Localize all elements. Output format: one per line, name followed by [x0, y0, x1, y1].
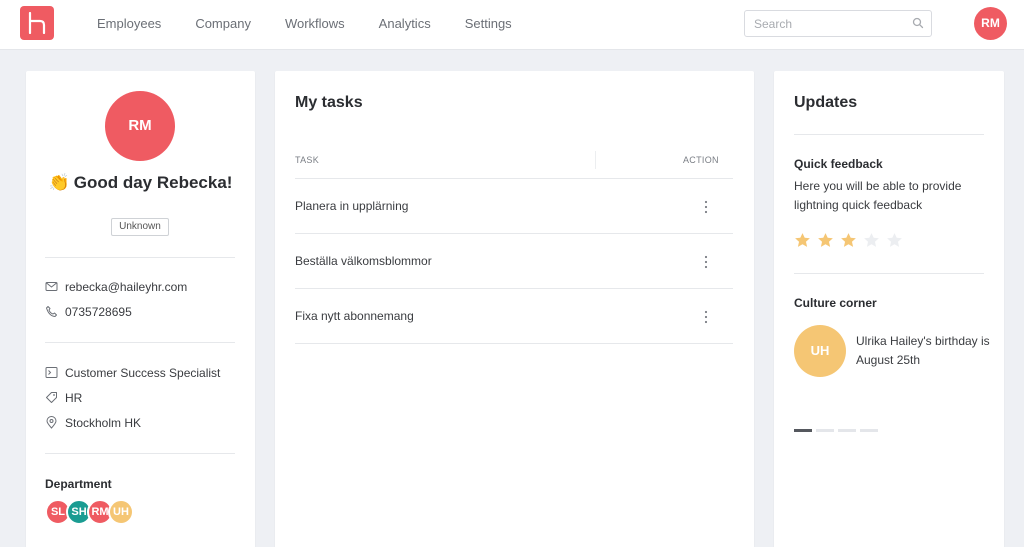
profile-avatar: RM: [105, 91, 175, 161]
nav-item-company[interactable]: Company: [178, 0, 268, 48]
search-icon[interactable]: [912, 17, 924, 29]
divider: [45, 257, 235, 258]
carousel-dot[interactable]: [838, 429, 856, 432]
phone-row: 0735728695: [45, 303, 132, 321]
divider: [794, 134, 984, 135]
carousel-dot[interactable]: [794, 429, 812, 432]
department-tag-text: HR: [65, 391, 83, 405]
star-icon[interactable]: [863, 232, 880, 249]
carousel-indicator: [794, 429, 882, 432]
location-pin-icon: [45, 416, 59, 430]
nav-item-settings[interactable]: Settings: [448, 0, 529, 48]
nav-item-employees[interactable]: Employees: [80, 0, 178, 48]
department-tag-row: HR: [45, 389, 82, 407]
email-row: rebecka@haileyhr.com: [45, 278, 187, 296]
more-options-icon[interactable]: [699, 199, 713, 215]
star-icon[interactable]: [794, 232, 811, 249]
divider: [794, 273, 984, 274]
greeting-text: Good day Rebecka!: [73, 173, 233, 192]
tag-icon: [45, 391, 59, 405]
task-row[interactable]: Fixa nytt abonnemang: [295, 289, 733, 344]
task-name: Planera in upplärning: [295, 199, 409, 213]
task-row[interactable]: Planera in upplärning: [295, 179, 733, 234]
job-title-text: Customer Success Specialist: [65, 366, 221, 380]
star-rating: [794, 232, 909, 249]
nav-item-analytics[interactable]: Analytics: [362, 0, 448, 48]
carousel-dot[interactable]: [816, 429, 834, 432]
phone-text[interactable]: 0735728695: [65, 305, 132, 319]
status-badge: Unknown: [111, 218, 169, 236]
column-header-action: ACTION: [683, 155, 719, 165]
department-label: Department: [45, 477, 112, 491]
clapping-hands-icon: 👏: [48, 173, 70, 192]
hailey-logo-icon[interactable]: [20, 6, 54, 40]
carousel-dot[interactable]: [860, 429, 878, 432]
search-box: [744, 10, 932, 37]
task-row[interactable]: Beställa välkomsblommor: [295, 234, 733, 289]
search-input[interactable]: [745, 11, 905, 36]
culture-text: Ulrika Hailey's birthday is August 25th: [856, 334, 990, 367]
column-header-task: TASK: [295, 155, 320, 165]
culture-avatar: UH: [794, 325, 846, 377]
more-options-icon[interactable]: [699, 254, 713, 270]
updates-card: Updates Quick feedback Here you will be …: [774, 71, 1004, 547]
quick-feedback-title: Quick feedback: [794, 157, 883, 171]
department-member-avatar[interactable]: UH: [108, 499, 134, 525]
location-text: Stockholm HK: [65, 416, 142, 430]
user-avatar[interactable]: RM: [974, 7, 1007, 40]
phone-icon: [45, 305, 59, 319]
more-options-icon[interactable]: [699, 309, 713, 325]
divider: [45, 342, 235, 343]
culture-corner-title: Culture corner: [794, 296, 877, 310]
divider: [45, 453, 235, 454]
main-nav: Employees Company Workflows Analytics Se…: [80, 0, 529, 48]
top-navigation-bar: Employees Company Workflows Analytics Se…: [0, 0, 1024, 50]
column-separator: [595, 151, 596, 169]
job-title-row: Customer Success Specialist: [45, 364, 220, 382]
nav-item-workflows[interactable]: Workflows: [268, 0, 362, 48]
star-icon[interactable]: [840, 232, 857, 249]
tasks-card: My tasks TASK ACTION Planera in upplärni…: [275, 71, 754, 547]
star-icon[interactable]: [817, 232, 834, 249]
greeting-heading: 👏 Good day Rebecka!: [26, 173, 255, 193]
quick-feedback-text: Here you will be able to provide lightni…: [794, 179, 962, 212]
star-icon[interactable]: [886, 232, 903, 249]
profile-card: RM 👏 Good day Rebecka! Unknown rebecka@ha…: [26, 71, 255, 547]
task-name: Beställa välkomsblommor: [295, 254, 432, 268]
mail-icon: [45, 280, 59, 294]
tasks-table-header: TASK ACTION: [295, 151, 733, 179]
tasks-title: My tasks: [295, 94, 363, 111]
updates-title: Updates: [794, 94, 858, 111]
terminal-icon: [45, 366, 59, 380]
email-text[interactable]: rebecka@haileyhr.com: [65, 280, 187, 294]
location-row: Stockholm HK: [45, 414, 141, 432]
task-name: Fixa nytt abonnemang: [295, 309, 414, 323]
